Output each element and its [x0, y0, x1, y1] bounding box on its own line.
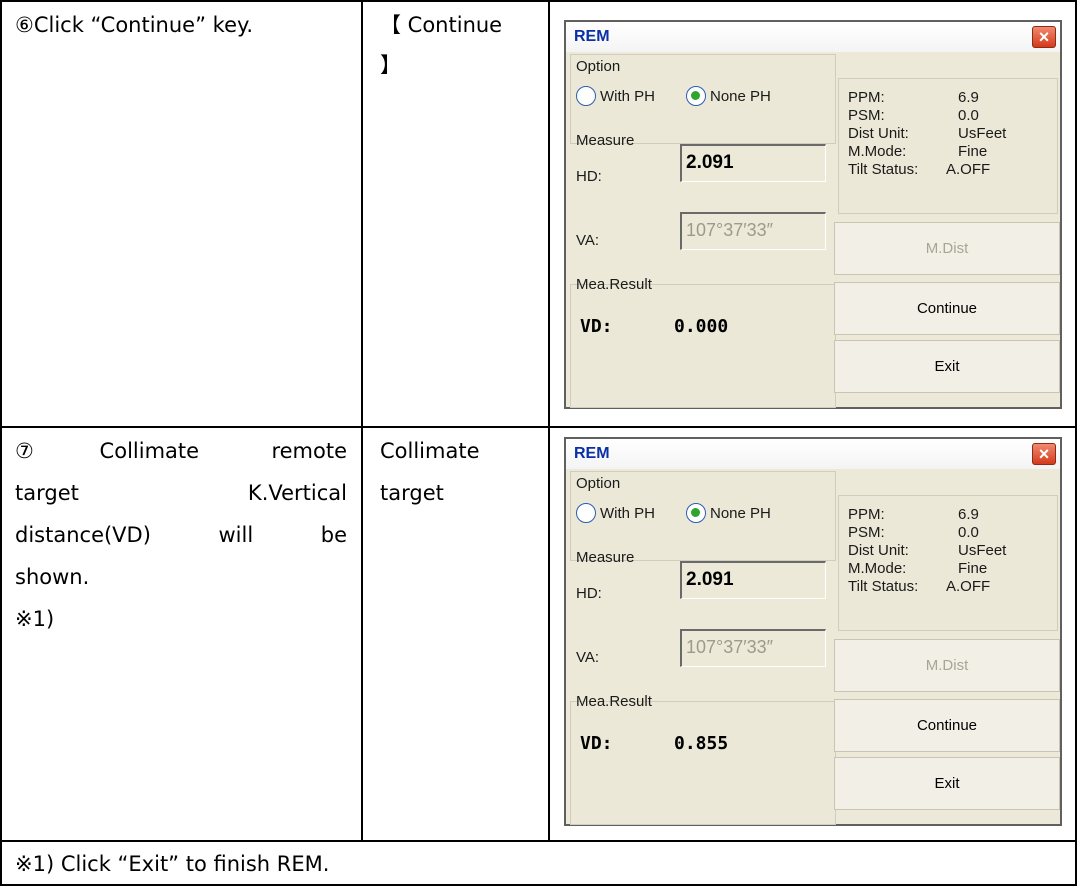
table-row-divider: [0, 840, 1077, 842]
va-value: 107°37′33″: [686, 637, 774, 657]
mdist-button[interactable]: M.Dist: [834, 639, 1060, 692]
step-text: shown.: [15, 565, 90, 589]
info-label: Tilt Status:: [848, 578, 919, 595]
result-group: [570, 284, 836, 408]
hd-label: HD:: [576, 585, 602, 602]
info-value: 6.9: [958, 506, 979, 523]
exit-button[interactable]: Exit: [834, 340, 1060, 393]
info-value: 0.0: [958, 524, 979, 541]
hd-field: 2.091: [680, 561, 826, 599]
info-label: PSM:: [848, 107, 885, 124]
info-value: 0.0: [958, 107, 979, 124]
info-value: UsFeet: [958, 542, 1007, 559]
radio-with-ph[interactable]: [576, 503, 596, 523]
radio-with-ph-label: With PH: [600, 88, 656, 105]
exit-button[interactable]: Exit: [834, 757, 1060, 810]
hd-field: 2.091: [680, 144, 826, 182]
radio-selected-dot: [691, 91, 700, 100]
va-value: 107°37′33″: [686, 220, 774, 240]
info-label: M.Mode:: [848, 560, 907, 577]
info-label: PPM:: [848, 89, 885, 106]
mea-result-label: Mea.Result: [576, 693, 652, 710]
measure-label: Measure: [576, 132, 635, 149]
va-field: 107°37′33″: [680, 212, 826, 250]
table-border-left: [0, 0, 2, 886]
step-text: target K.Vertical: [15, 481, 347, 505]
info-value: UsFeet: [958, 125, 1007, 142]
title-bar: REM ×: [566, 22, 1060, 52]
va-field: 107°37′33″: [680, 629, 826, 667]
info-label: PSM:: [848, 524, 885, 541]
info-label: M.Mode:: [848, 143, 907, 160]
rem-window: REM × Option With PH None PH Measure HD:…: [564, 20, 1062, 409]
vd-value: 0.000: [674, 316, 729, 337]
radio-none-ph[interactable]: [686, 503, 706, 523]
step-text: distance(VD) will be: [15, 523, 347, 547]
close-icon[interactable]: ×: [1032, 443, 1056, 465]
window-title: REM: [574, 28, 610, 45]
window-title: REM: [574, 445, 610, 462]
mdist-button[interactable]: M.Dist: [834, 222, 1060, 275]
info-label: Tilt Status:: [848, 161, 919, 178]
result-group: [570, 701, 836, 825]
vd-label: VD:: [580, 733, 613, 754]
hd-value: 2.091: [686, 152, 734, 173]
radio-selected-dot: [691, 508, 700, 517]
table-column-divider: [548, 0, 550, 841]
step-text: ※1): [15, 607, 55, 631]
info-label: PPM:: [848, 506, 885, 523]
measure-label: Measure: [576, 549, 635, 566]
hd-label: HD:: [576, 168, 602, 185]
key-text: 【 Continue: [380, 13, 503, 37]
va-label: VA:: [576, 649, 600, 666]
key-text: target: [380, 481, 444, 505]
vd-value: 0.855: [674, 733, 729, 754]
key-text: Collimate: [380, 439, 480, 463]
info-value: Fine: [958, 560, 988, 577]
info-label: Dist Unit:: [848, 125, 909, 142]
radio-with-ph[interactable]: [576, 86, 596, 106]
option-label: Option: [576, 58, 621, 75]
vd-label: VD:: [580, 316, 613, 337]
title-bar: REM ×: [566, 439, 1060, 469]
table-row-divider: [0, 426, 1077, 428]
va-label: VA:: [576, 232, 600, 249]
info-label: Dist Unit:: [848, 542, 909, 559]
radio-with-ph-label: With PH: [600, 505, 656, 522]
table-border-top: [0, 0, 1077, 2]
step-text: ⑦Collimate remote: [15, 439, 347, 463]
info-value: Fine: [958, 143, 988, 160]
radio-none-ph-label: None PH: [710, 505, 771, 522]
option-label: Option: [576, 475, 621, 492]
info-value: 6.9: [958, 89, 979, 106]
key-text: 】: [380, 53, 401, 77]
continue-button[interactable]: Continue: [834, 282, 1060, 335]
info-value: A.OFF: [946, 161, 991, 178]
hd-value: 2.091: [686, 569, 734, 590]
radio-none-ph[interactable]: [686, 86, 706, 106]
rem-window: REM × Option With PH None PH Measure HD:…: [564, 437, 1062, 826]
info-value: A.OFF: [946, 578, 991, 595]
mea-result-label: Mea.Result: [576, 276, 652, 293]
continue-button[interactable]: Continue: [834, 699, 1060, 752]
radio-none-ph-label: None PH: [710, 88, 771, 105]
close-icon[interactable]: ×: [1032, 26, 1056, 48]
step-text: ⑥Click “Continue” key.: [15, 13, 254, 37]
footnote: ※1) Click “Exit” to finish REM.: [15, 852, 330, 876]
table-column-divider: [361, 0, 363, 841]
